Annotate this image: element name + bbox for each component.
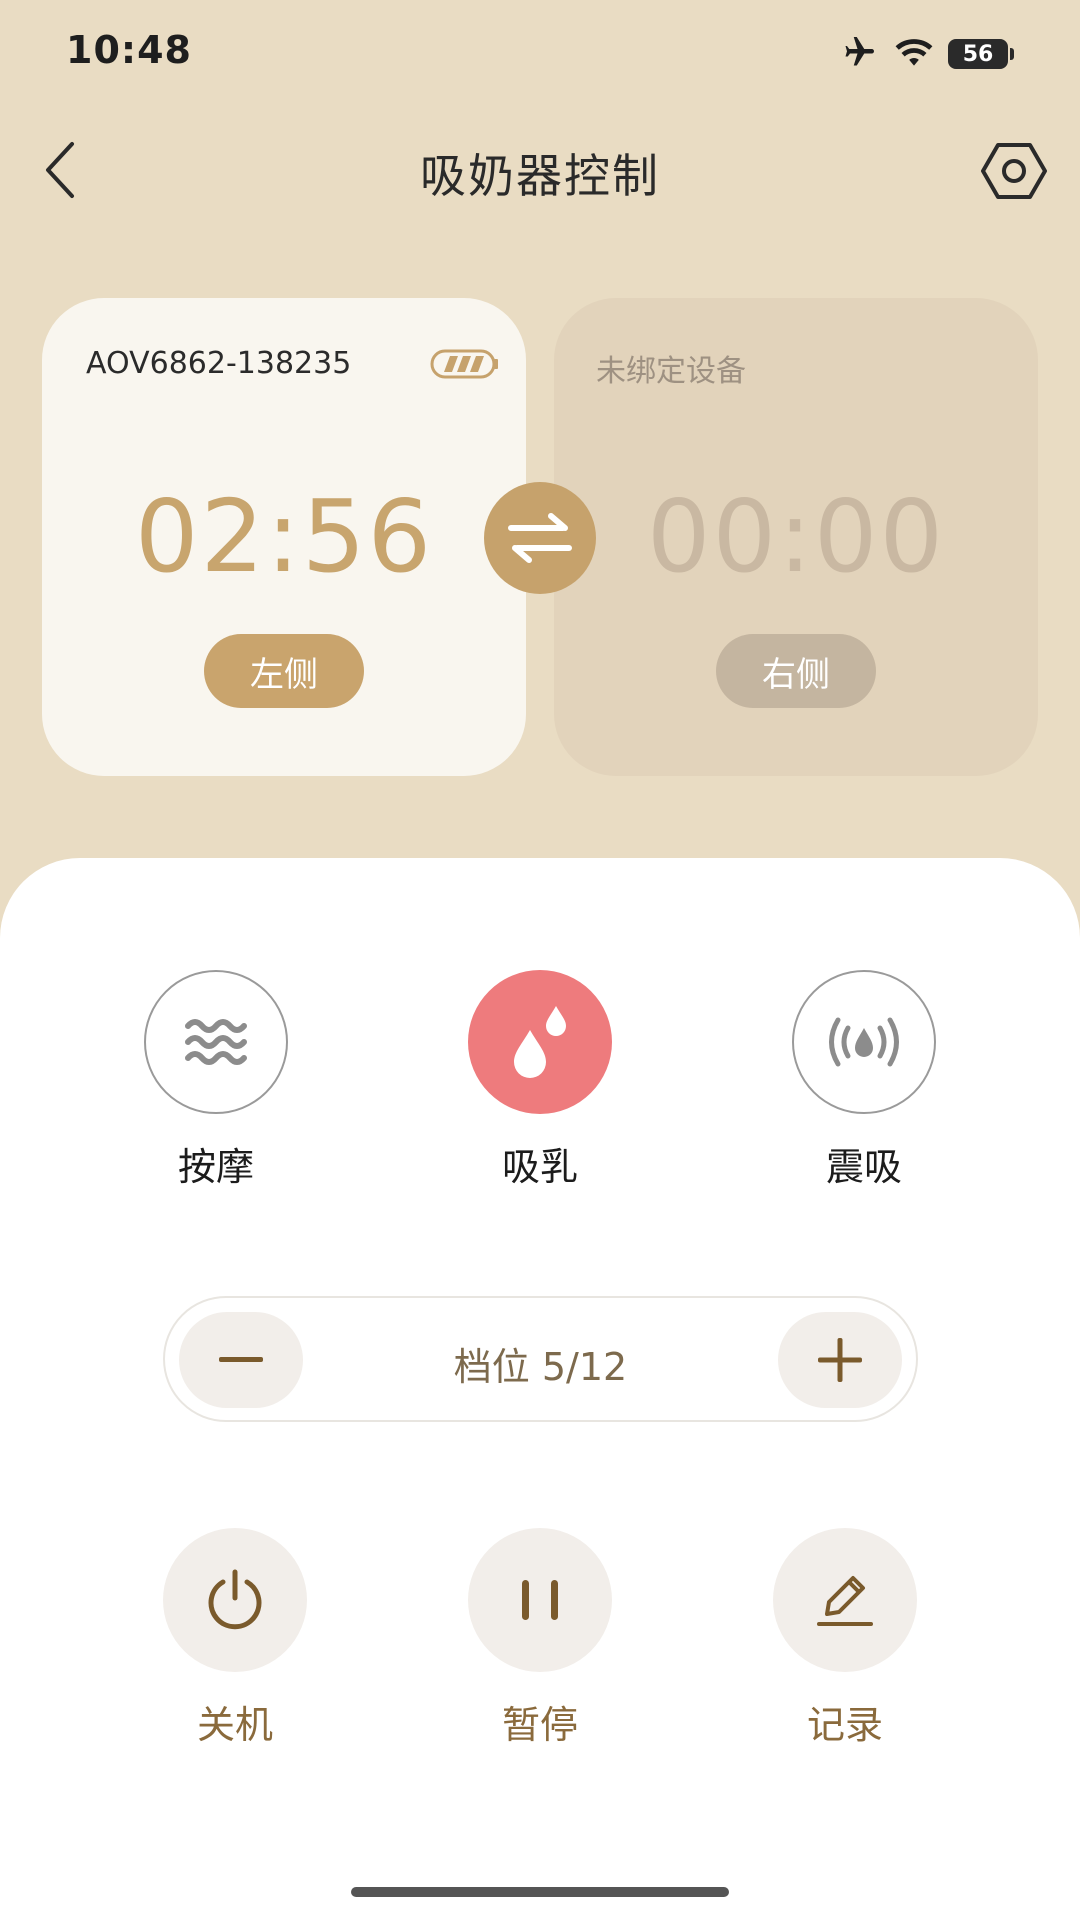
device-card-left[interactable]: AOV6862-138235 02:56 左侧 [42, 298, 526, 776]
device-card-right[interactable]: 未绑定设备 00:00 右侧 [554, 298, 1038, 776]
waves-icon [185, 1019, 247, 1065]
device-name: AOV6862-138235 [86, 346, 352, 381]
action-label: 暂停 [501, 1703, 578, 1747]
status-icons: 56 [838, 34, 1014, 74]
battery-level-icon [430, 348, 500, 384]
header: 吸奶器控制 [0, 120, 1080, 220]
swap-button[interactable] [484, 482, 596, 594]
vibrate-drop-icon [829, 1017, 899, 1067]
action-power-off[interactable]: 关机 [162, 1528, 308, 1749]
action-circle[interactable] [468, 1528, 612, 1672]
status-time: 10:48 [66, 28, 192, 72]
side-left-button[interactable]: 左侧 [204, 634, 364, 708]
action-pause[interactable]: 暂停 [467, 1528, 613, 1749]
action-record[interactable]: 记录 [772, 1528, 918, 1749]
mode-label: 震吸 [825, 1145, 902, 1189]
gear-icon [981, 143, 1047, 199]
level-increase-button[interactable] [778, 1312, 902, 1408]
device-name: 未绑定设备 [596, 354, 746, 389]
mode-circle[interactable] [468, 970, 612, 1114]
pen-icon [817, 1576, 873, 1626]
side-right-button[interactable]: 右侧 [716, 634, 876, 708]
mode-label: 吸乳 [501, 1145, 578, 1189]
control-panel: 按摩 吸乳 震吸 档位 5/12 关机 暂停 记录 [0, 858, 1080, 1920]
plus-icon [818, 1338, 862, 1382]
drops-icon [514, 1006, 566, 1078]
battery-indicator: 56 [948, 39, 1014, 69]
action-circle[interactable] [163, 1528, 307, 1672]
mode-vibrate-suction[interactable]: 震吸 [791, 970, 937, 1191]
mode-label: 按摩 [177, 1145, 254, 1189]
level-control: 档位 5/12 [163, 1296, 918, 1422]
mode-circle[interactable] [792, 970, 936, 1114]
action-label: 关机 [196, 1703, 273, 1747]
home-indicator[interactable] [351, 1887, 729, 1897]
page-title: 吸奶器控制 [420, 149, 660, 203]
power-icon [208, 1569, 262, 1630]
status-bar: 10:48 56 [0, 0, 1080, 110]
action-label: 记录 [806, 1703, 883, 1747]
action-circle[interactable] [773, 1528, 917, 1672]
swap-arrows-icon [508, 513, 572, 563]
settings-button[interactable] [978, 138, 1050, 204]
wifi-icon [894, 36, 934, 72]
timer-display: 02:56 [134, 478, 434, 595]
airplane-icon [838, 34, 880, 74]
mode-massage[interactable]: 按摩 [143, 970, 289, 1191]
pause-icon [522, 1580, 558, 1620]
mode-suction[interactable]: 吸乳 [467, 970, 613, 1191]
mode-circle[interactable] [144, 970, 288, 1114]
timer-display: 00:00 [646, 478, 946, 595]
